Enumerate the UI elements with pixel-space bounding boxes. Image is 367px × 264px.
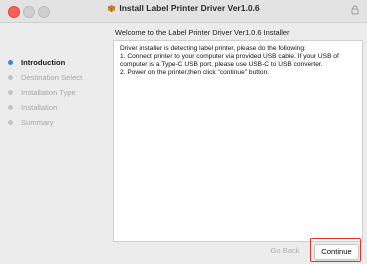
instruction-line: 2. Power on the printer,then click "cont…	[120, 69, 270, 76]
step-bullet-icon	[8, 60, 13, 65]
step-label: Summary	[21, 118, 54, 127]
step-bullet-icon	[8, 90, 13, 95]
title-bar: Install Label Printer Driver Ver1.0.6	[0, 0, 367, 23]
steps-sidebar: Introduction Destination Select Installa…	[8, 58, 82, 133]
step-bullet-icon	[8, 105, 13, 110]
instruction-line: Driver installer is detecting label prin…	[120, 45, 306, 52]
window-title: Install Label Printer Driver Ver1.0.6	[119, 3, 260, 13]
step-summary: Summary	[8, 118, 82, 133]
window-title-wrap: Install Label Printer Driver Ver1.0.6	[0, 3, 367, 13]
installer-window: Install Label Printer Driver Ver1.0.6 We…	[0, 0, 367, 264]
instructions-text: Driver installer is detecting label prin…	[120, 45, 357, 77]
step-installation-type: Installation Type	[8, 88, 82, 103]
step-label: Introduction	[21, 58, 66, 67]
package-icon	[108, 4, 116, 12]
step-label: Installation Type	[21, 88, 76, 97]
step-introduction: Introduction	[8, 58, 82, 73]
step-destination-select: Destination Select	[8, 73, 82, 88]
instruction-line: 1. Connect printer to your computer via …	[120, 53, 339, 68]
lock-icon	[351, 5, 359, 15]
step-bullet-icon	[8, 75, 13, 80]
step-label: Destination Select	[21, 73, 83, 82]
step-installation: Installation	[8, 103, 82, 118]
step-label: Installation	[21, 103, 58, 112]
continue-highlight-box	[310, 238, 361, 262]
go-back-button: Go Back	[264, 244, 306, 258]
content-panel[interactable]: Driver installer is detecting label prin…	[113, 40, 363, 242]
step-bullet-icon	[8, 120, 13, 125]
welcome-heading: Welcome to the Label Printer Driver Ver1…	[115, 28, 290, 37]
